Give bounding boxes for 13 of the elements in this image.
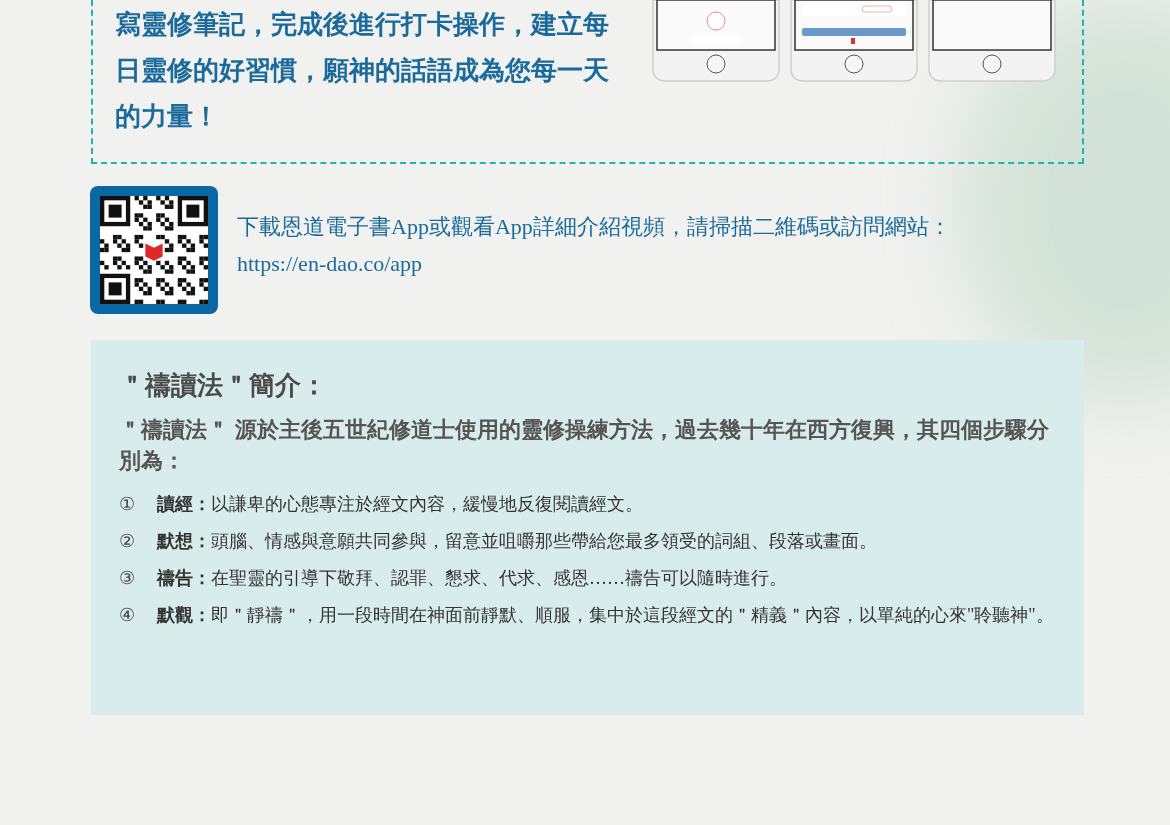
intro-paragraph: ＂禱讀法＂ 源於主後五世紀修道士使用的靈修操練方法，過去幾十年在西方復興，其四個步驟分別為：: [119, 416, 1050, 475]
step-description: 默想：頭腦、情感與意願共同參與，留意並咀嚼那些帶給您最多領受的詞組、段落或畫面。: [157, 530, 878, 553]
step-number: ④: [119, 604, 136, 627]
download-instruction: 下載恩道電子書App或觀看App詳細介紹視頻，請掃描二維碼或訪問網站：: [237, 213, 951, 241]
intro-title: ＂禱讀法＂簡介：: [119, 370, 328, 402]
step-description: 禱告：在聖靈的引導下敬拜、認罪、懇求、代求、感恩……禱告可以隨時進行。: [157, 567, 788, 590]
step-number: ③: [119, 567, 136, 590]
step-description: 默觀：即＂靜禱＂，用一段時間在神面前靜默、順服，集中於這段經文的＂精義＂內容，以單純的心來"聆聽神"。: [157, 604, 1054, 627]
step-number: ②: [119, 530, 136, 553]
step-number: ①: [119, 493, 136, 516]
feature-description: 寫靈修筆記，完成後進行打卡操作，建立每日靈修的好習慣，願神的話語成為您每一天的力量！: [115, 9, 610, 133]
website-link[interactable]: https://en-dao.co/app: [237, 245, 951, 282]
step-description: 讀經：以謙卑的心態專注於經文內容，緩慢地反復閱讀經文。: [157, 493, 644, 516]
